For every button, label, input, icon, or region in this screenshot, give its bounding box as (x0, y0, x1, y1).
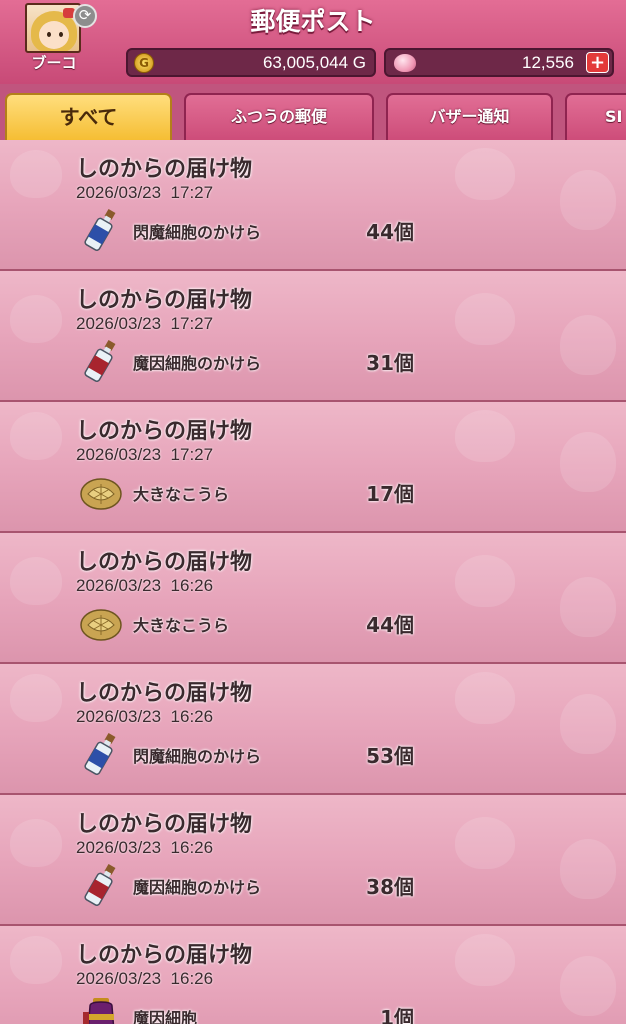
gem-icon (394, 54, 416, 72)
background-pattern (560, 432, 616, 492)
bottle-icon (80, 206, 122, 254)
background-pattern (560, 315, 616, 375)
mail-sender: しのからの届け物 (76, 550, 253, 575)
gold-value: 63,005,044 G (262, 53, 366, 72)
mail-row[interactable]: しのからの届け物 2026/03/23 17:27 魔因細胞のかけら 31個 (0, 271, 626, 402)
player-name: ブーコ (31, 54, 77, 72)
background-pattern (10, 674, 62, 722)
background-pattern (455, 817, 515, 869)
background-pattern (10, 412, 62, 460)
mail-row[interactable]: しのからの届け物 2026/03/23 17:27 大きなこうら 17個 (0, 402, 626, 533)
background-pattern (455, 555, 515, 607)
mail-date: 2026/03/23 17:27 (76, 314, 214, 333)
background-pattern (10, 936, 62, 984)
item-name: 魔因細胞のかけら (133, 354, 262, 373)
background-pattern (455, 148, 515, 200)
mail-date: 2026/03/23 16:26 (76, 969, 214, 988)
item-name: 魔因細胞 (133, 1009, 198, 1024)
mail-date: 2026/03/23 16:26 (76, 576, 214, 595)
mail-tabs: すべて ふつうの郵便 バザー通知 SI (0, 84, 626, 140)
item-quantity: 1個 (380, 1006, 414, 1024)
mail-row[interactable]: しのからの届け物 2026/03/23 16:26 大きなこうら 44個 (0, 533, 626, 664)
item-quantity: 44個 (366, 613, 414, 637)
mail-row[interactable]: しのからの届け物 2026/03/23 16:26 閃魔細胞のかけら 53個 (0, 664, 626, 795)
shell-icon (80, 468, 122, 516)
background-pattern (455, 934, 515, 986)
jar-icon (80, 992, 122, 1024)
page-title: 郵便ポスト (250, 7, 376, 36)
mail-list: しのからの届け物 2026/03/23 17:27 閃魔細胞のかけら 44個 しのからの… (0, 140, 626, 1024)
item-quantity: 17個 (366, 482, 414, 506)
mail-sender: しのからの届け物 (76, 419, 253, 444)
background-pattern (560, 956, 616, 1016)
item-quantity: 38個 (366, 875, 414, 899)
tab-si[interactable]: SI (565, 93, 626, 140)
item-name: 大きなこうら (133, 485, 230, 504)
mail-date: 2026/03/23 17:27 (76, 183, 214, 202)
bottle-icon (80, 730, 122, 778)
shell-icon (80, 599, 122, 647)
item-name: 魔因細胞のかけら (133, 878, 262, 897)
item-quantity: 44個 (366, 220, 414, 244)
background-pattern (10, 819, 62, 867)
mail-row[interactable]: しのからの届け物 2026/03/23 16:26 魔因細胞のかけら 38個 (0, 795, 626, 926)
background-pattern (560, 839, 616, 899)
item-quantity: 53個 (366, 744, 414, 768)
background-pattern (455, 293, 515, 345)
background-pattern (560, 577, 616, 637)
add-gems-button[interactable]: + (586, 52, 609, 73)
mail-date: 2026/03/23 16:26 (76, 707, 214, 726)
tab-bazaar-notice[interactable]: バザー通知 (386, 93, 553, 140)
mail-row[interactable]: しのからの届け物 2026/03/23 16:26 魔因細胞 1個 (0, 926, 626, 1024)
mail-sender: しのからの届け物 (76, 157, 253, 182)
background-pattern (455, 672, 515, 724)
mail-sender: しのからの届け物 (76, 288, 253, 313)
header-bar: ⟳ ブーコ 郵便ポスト G 63,005,044 G 12,556 + (0, 0, 626, 84)
mail-date: 2026/03/23 16:26 (76, 838, 214, 857)
background-pattern (10, 150, 62, 198)
background-pattern (560, 170, 616, 230)
background-pattern (560, 694, 616, 754)
bottle-red-icon (80, 861, 122, 909)
background-pattern (10, 557, 62, 605)
gem-value: 12,556 (522, 53, 574, 72)
tab-normal-mail[interactable]: ふつうの郵便 (184, 93, 374, 140)
gem-counter: 12,556 + (384, 48, 614, 77)
tab-all[interactable]: すべて (5, 93, 172, 140)
mail-sender: しのからの届け物 (76, 943, 253, 968)
mail-date: 2026/03/23 17:27 (76, 445, 214, 464)
item-name: 閃魔細胞のかけら (133, 747, 262, 766)
mail-sender: しのからの届け物 (76, 681, 253, 706)
item-name: 閃魔細胞のかけら (133, 223, 262, 242)
gold-coin-icon: G (134, 53, 154, 73)
bottle-red-icon (80, 337, 122, 385)
gold-counter: G 63,005,044 G (126, 48, 376, 77)
mail-sender: しのからの届け物 (76, 812, 253, 837)
background-pattern (455, 410, 515, 462)
background-pattern (10, 295, 62, 343)
item-quantity: 31個 (366, 351, 414, 375)
item-name: 大きなこうら (133, 616, 230, 635)
mail-row[interactable]: しのからの届け物 2026/03/23 17:27 閃魔細胞のかけら 44個 (0, 140, 626, 271)
